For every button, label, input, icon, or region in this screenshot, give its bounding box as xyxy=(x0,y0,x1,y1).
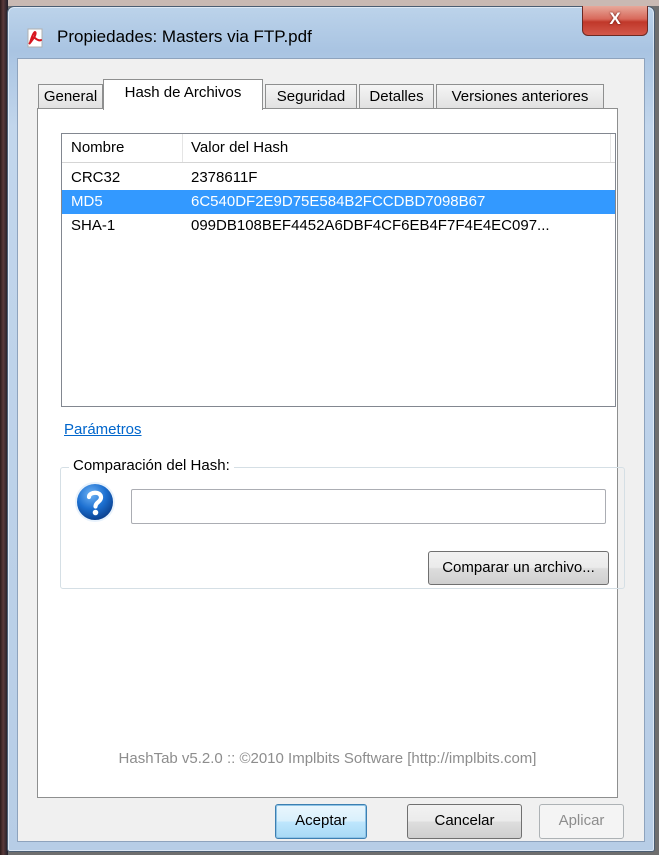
question-mark-icon xyxy=(75,482,115,522)
hash-list-header: Nombre Valor del Hash xyxy=(62,134,615,163)
tab-seguridad[interactable]: Seguridad xyxy=(265,84,357,109)
tab-hash-de-archivos[interactable]: Hash de Archivos xyxy=(103,79,263,110)
dialog-client-area: General Hash de Archivos Seguridad Detal… xyxy=(17,58,645,842)
title-bar[interactable]: Propiedades: Masters via FTP.pdf X xyxy=(8,6,654,57)
apply-button[interactable]: Aplicar xyxy=(539,804,624,839)
column-header-nombre[interactable]: Nombre xyxy=(62,134,182,162)
hash-list[interactable]: Nombre Valor del Hash CRC32 2378611F MD5… xyxy=(61,133,616,407)
hash-compare-input[interactable] xyxy=(131,489,606,524)
hash-value: 6C540DF2E9D75E584B2FCCDBD7098B67 xyxy=(191,193,486,210)
hash-name: MD5 xyxy=(71,193,103,210)
compare-file-button[interactable]: Comparar un archivo... xyxy=(428,551,609,585)
properties-window: Propiedades: Masters via FTP.pdf X Gener… xyxy=(7,6,655,852)
close-icon: X xyxy=(609,9,621,28)
tab-versiones-anteriores[interactable]: Versiones anteriores xyxy=(436,84,604,109)
hash-row-crc32[interactable]: CRC32 2378611F xyxy=(62,166,615,190)
hashtab-credit: HashTab v5.2.0 :: ©2010 Implbits Softwar… xyxy=(118,750,537,767)
column-divider[interactable] xyxy=(610,134,611,162)
hash-name: SHA-1 xyxy=(71,217,116,234)
hash-name: CRC32 xyxy=(71,169,121,186)
cancel-button[interactable]: Cancelar xyxy=(407,804,522,839)
close-button[interactable]: X xyxy=(582,6,648,36)
tab-panel-hash: Nombre Valor del Hash CRC32 2378611F MD5… xyxy=(37,108,625,798)
window-title: Propiedades: Masters via FTP.pdf xyxy=(57,27,312,46)
hash-row-md5[interactable]: MD5 6C540DF2E9D75E584B2FCCDBD7098B67 xyxy=(62,190,615,214)
hash-row-sha1[interactable]: SHA-1 099DB108BEF4452A6DBF4CF6EB4F7F4E4E… xyxy=(62,214,615,238)
pdf-document-icon xyxy=(27,28,43,48)
tab-detalles[interactable]: Detalles xyxy=(359,84,434,109)
settings-link[interactable]: Parámetros xyxy=(64,421,142,438)
hash-value: 099DB108BEF4452A6DBF4CF6EB4F7F4E4EC097..… xyxy=(191,217,550,234)
tab-general[interactable]: General xyxy=(38,84,103,109)
column-header-valor[interactable]: Valor del Hash xyxy=(182,134,612,162)
hash-value: 2378611F xyxy=(191,169,258,186)
hash-comparison-label: Comparación del Hash: xyxy=(69,457,234,474)
ok-button[interactable]: Aceptar xyxy=(275,804,367,839)
